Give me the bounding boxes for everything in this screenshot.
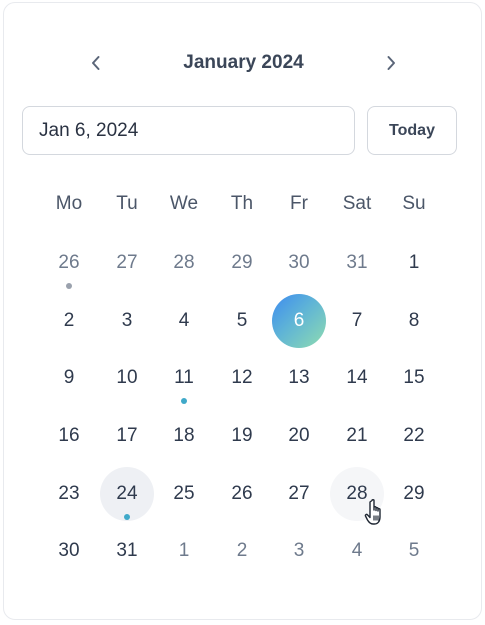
- day-cell[interactable]: 30: [42, 524, 96, 578]
- day-cell[interactable]: 14: [330, 351, 384, 405]
- day-cell-today[interactable]: 24: [100, 467, 154, 521]
- day-cell[interactable]: 19: [215, 409, 269, 463]
- day-cell[interactable]: 29: [387, 467, 441, 521]
- weekday-label: Fr: [290, 193, 308, 214]
- calendar-header: January 2024: [4, 43, 483, 83]
- weekday-label: Th: [230, 193, 254, 214]
- day-cell[interactable]: 31: [100, 524, 154, 578]
- day-cell[interactable]: 1: [157, 524, 211, 578]
- day-cell[interactable]: 5: [215, 294, 269, 348]
- day-cell-selected[interactable]: 6: [272, 294, 326, 348]
- day-cell[interactable]: 13: [272, 351, 326, 405]
- day-cell[interactable]: 30: [272, 236, 326, 290]
- day-cell[interactable]: 23: [42, 467, 96, 521]
- next-month-button[interactable]: [377, 49, 405, 77]
- day-cell[interactable]: 20: [272, 409, 326, 463]
- chevron-right-icon: [387, 56, 395, 70]
- day-cell[interactable]: 4: [330, 524, 384, 578]
- day-cell[interactable]: 2: [215, 524, 269, 578]
- day-cell[interactable]: 22: [387, 409, 441, 463]
- month-title: January 2024: [183, 52, 304, 73]
- day-cell[interactable]: 7: [330, 294, 384, 348]
- day-cell[interactable]: 18: [157, 409, 211, 463]
- day-cell[interactable]: 11: [157, 351, 211, 405]
- day-cell[interactable]: 2: [42, 294, 96, 348]
- date-input[interactable]: [22, 106, 355, 155]
- event-dot: [181, 398, 187, 404]
- day-cell[interactable]: 5: [387, 524, 441, 578]
- day-cell[interactable]: 16: [42, 409, 96, 463]
- day-cell[interactable]: 10: [100, 351, 154, 405]
- day-cell[interactable]: 15: [387, 351, 441, 405]
- day-cell[interactable]: 25: [157, 467, 211, 521]
- day-cell[interactable]: 31: [330, 236, 384, 290]
- weekday-label: Su: [402, 193, 426, 214]
- weekday-label: Mo: [55, 193, 83, 214]
- day-cell[interactable]: 12: [215, 351, 269, 405]
- event-dot: [124, 514, 130, 520]
- today-button[interactable]: Today: [367, 106, 457, 155]
- day-cell[interactable]: 4: [157, 294, 211, 348]
- day-cell[interactable]: 27: [272, 467, 326, 521]
- day-cell[interactable]: 3: [100, 294, 154, 348]
- day-cell[interactable]: 21: [330, 409, 384, 463]
- day-cell[interactable]: 29: [215, 236, 269, 290]
- day-cell[interactable]: 8: [387, 294, 441, 348]
- weekday-label: Tu: [116, 193, 138, 214]
- event-dot: [66, 283, 72, 289]
- day-cell[interactable]: 26: [42, 236, 96, 290]
- day-cell[interactable]: 9: [42, 351, 96, 405]
- day-cell[interactable]: 3: [272, 524, 326, 578]
- weekday-label: Sat: [342, 193, 372, 214]
- day-cell[interactable]: 17: [100, 409, 154, 463]
- day-cell[interactable]: 28: [157, 236, 211, 290]
- weekday-label: We: [169, 193, 199, 214]
- hand-pointer-icon: [364, 498, 381, 525]
- day-cell[interactable]: 1: [387, 236, 441, 290]
- day-cell[interactable]: 27: [100, 236, 154, 290]
- day-cell[interactable]: 26: [215, 467, 269, 521]
